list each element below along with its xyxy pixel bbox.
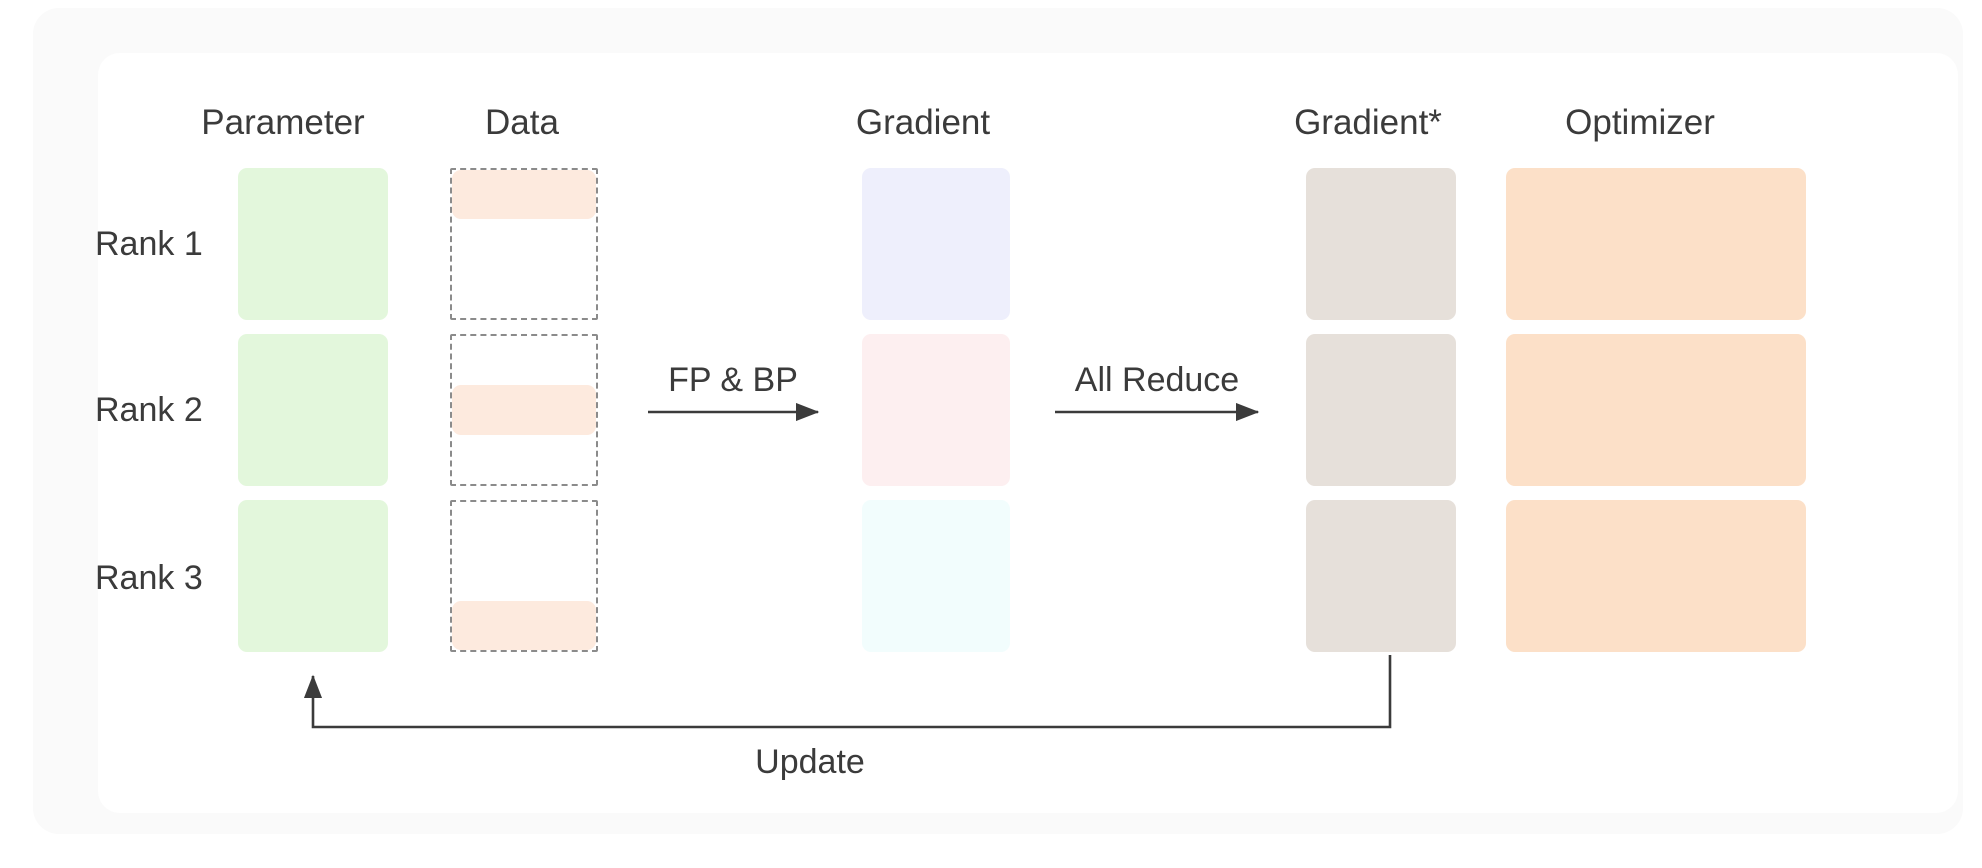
rank-label-2: Rank 2 — [95, 391, 203, 429]
rank-label-1: Rank 1 — [95, 225, 203, 263]
data-slice-rank3 — [452, 600, 596, 650]
update-arrow-label: Update — [755, 743, 865, 781]
data-cell-rank2[interactable] — [450, 334, 598, 486]
all-reduce-arrow-label: All Reduce — [1074, 361, 1240, 399]
rank-label-3: Rank 3 — [95, 559, 203, 597]
column-header-gradient: Gradient — [855, 103, 991, 142]
gradient-star-cell-rank1[interactable] — [1306, 168, 1456, 320]
column-header-gradient-star: Gradient* — [1294, 103, 1442, 142]
parameter-cell-rank2[interactable] — [238, 334, 388, 486]
column-header-parameter: Parameter — [201, 103, 365, 142]
data-slice-rank2 — [452, 385, 596, 435]
gradient-cell-rank3[interactable] — [862, 500, 1010, 652]
data-cell-rank3[interactable] — [450, 500, 598, 652]
optimizer-cell-rank2[interactable] — [1506, 334, 1806, 486]
gradient-star-cell-rank2[interactable] — [1306, 334, 1456, 486]
gradient-cell-rank1[interactable] — [862, 168, 1010, 320]
gradient-star-cell-rank3[interactable] — [1306, 500, 1456, 652]
optimizer-cell-rank1[interactable] — [1506, 168, 1806, 320]
fp-bp-arrow-label: FP & BP — [668, 361, 798, 399]
optimizer-cell-rank3[interactable] — [1506, 500, 1806, 652]
gradient-cell-rank2[interactable] — [862, 334, 1010, 486]
parameter-cell-rank1[interactable] — [238, 168, 388, 320]
parameter-cell-rank3[interactable] — [238, 500, 388, 652]
data-cell-rank1[interactable] — [450, 168, 598, 320]
column-header-optimizer: Optimizer — [1565, 103, 1715, 142]
column-header-data: Data — [485, 103, 559, 142]
data-slice-rank1 — [452, 170, 596, 220]
